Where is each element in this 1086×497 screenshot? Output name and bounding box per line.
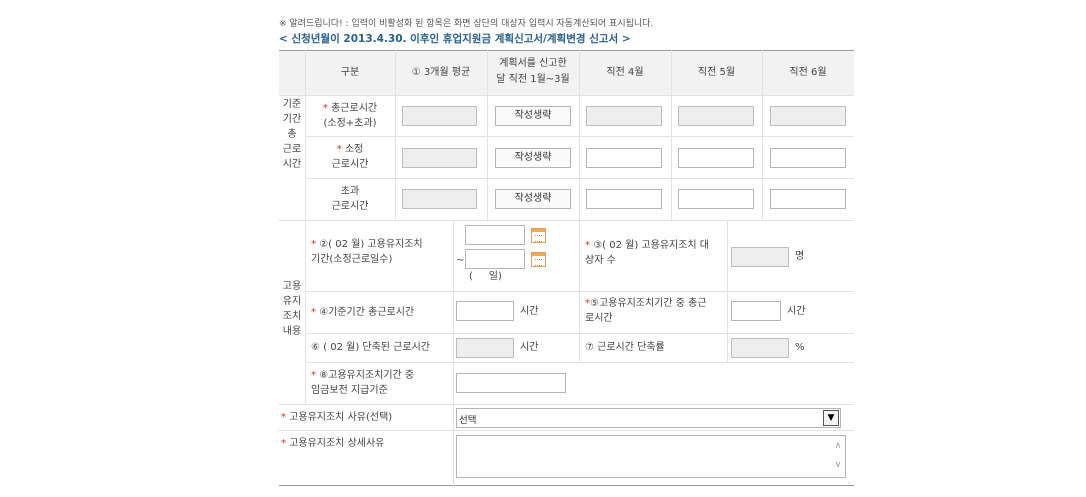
required-mark: * xyxy=(311,370,316,381)
required-mark: * xyxy=(336,144,342,155)
period-days-text: ( 일) xyxy=(469,271,502,282)
retention-period-label: * ②( 02 월) 고용유지조치 기간(소정근로일수) xyxy=(311,239,423,265)
row-scheduled-hours-label: * 소정 근로시간 xyxy=(331,144,369,170)
row-total-hours-label: * 총근로시간 (소정+초과) xyxy=(322,103,378,129)
during-period-hours-label: *⑤고용유지조치기간 중 총근 로시간 xyxy=(585,298,707,324)
required-mark: * xyxy=(585,240,590,251)
scheduled-hours-prev5-input[interactable] xyxy=(678,148,754,168)
overtime-hours-skip-button[interactable]: 작성생략 xyxy=(495,189,571,209)
employment-retention-form: 구분 ① 3개월 평균 계획서를 신고한 달 직전 1월~3월 직전 4월 직전… xyxy=(279,50,854,486)
header-category: 구분 xyxy=(340,67,360,78)
overtime-hours-prev4-input[interactable] xyxy=(586,189,662,209)
reason-select[interactable]: 선택 ▼ xyxy=(456,408,841,428)
chevron-down-icon[interactable]: ▼ xyxy=(823,410,839,426)
form-subtitle: < 신청년월이 2013.4.30. 이후인 휴업지원금 계획신고서/계획변경 … xyxy=(279,33,631,45)
base-period-hours-unit: 시간 xyxy=(520,306,539,317)
reason-detail-label: * 고용유지조치 상세사유 xyxy=(281,438,385,449)
overtime-hours-avg3-input[interactable] xyxy=(402,189,477,209)
required-mark: * xyxy=(311,307,316,318)
header-avg3: ① 3개월 평균 xyxy=(411,67,471,78)
reason-detail-textarea[interactable]: ∧ ∨ xyxy=(456,435,846,478)
base-period-hours-label: * ④기준기간 총근로시간 xyxy=(311,307,415,318)
period-start-date-input[interactable] xyxy=(465,225,525,245)
scroll-up-icon[interactable]: ∧ xyxy=(831,441,845,451)
scroll-down-icon[interactable]: ∨ xyxy=(831,460,845,470)
reduced-hours-input[interactable] xyxy=(456,338,514,358)
reduction-rate-unit: % xyxy=(795,342,805,353)
scheduled-hours-avg3-input[interactable] xyxy=(402,148,477,168)
period-end-date-input[interactable] xyxy=(465,249,525,269)
scheduled-hours-prev4-input[interactable] xyxy=(586,148,662,168)
total-hours-prev4-input[interactable] xyxy=(586,106,662,126)
header-plan-line2: 달 직전 1월~3월 xyxy=(496,74,570,85)
required-mark: * xyxy=(322,103,328,114)
total-hours-avg3-input[interactable] xyxy=(402,106,477,126)
wage-standard-input[interactable] xyxy=(456,373,566,393)
section-base-hours-label: 기준 기간 총 근로 시간 xyxy=(282,99,302,170)
section-retention-label: 고용 유지 조치 내용 xyxy=(282,281,302,337)
during-period-hours-unit: 시간 xyxy=(787,306,806,317)
reason-select-value: 선택 xyxy=(459,415,477,426)
scheduled-hours-skip-button[interactable]: 작성생략 xyxy=(495,148,571,168)
target-count-input[interactable] xyxy=(731,247,789,267)
reduction-rate-label: ⑦ 근로시간 단축률 xyxy=(585,342,665,353)
during-period-hours-input[interactable] xyxy=(731,301,781,321)
calendar-icon[interactable] xyxy=(531,228,546,243)
wage-standard-label: * ⑧고용유지조치기간 중 임금보전 지급기준 xyxy=(311,370,415,396)
target-count-label: * ③( 02 월) 고용유지조치 대 상자 수 xyxy=(585,240,709,266)
header-plan-line1: 계획서를 신고한 xyxy=(499,58,567,69)
header-prev5: 직전 5월 xyxy=(697,67,736,78)
total-hours-skip-button[interactable]: 작성생략 xyxy=(495,106,571,126)
header-prev6: 직전 6월 xyxy=(789,67,827,78)
overtime-hours-prev5-input[interactable] xyxy=(678,189,754,209)
reason-select-label: * 고용유지조치 사유(선택) xyxy=(281,412,393,423)
overtime-hours-prev6-input[interactable] xyxy=(770,189,846,209)
notice-text: ※ 알려드립니다! : 입력이 비활성화 된 항목은 화면 상단의 대상자 입력… xyxy=(279,19,654,29)
reduced-hours-label: ⑥ ( 02 월) 단축된 근로시간 xyxy=(311,342,430,353)
header-prev4: 직전 4월 xyxy=(606,67,644,78)
reduction-rate-input[interactable] xyxy=(731,338,789,358)
scheduled-hours-prev6-input[interactable] xyxy=(770,148,846,168)
target-count-unit: 명 xyxy=(795,251,805,262)
calendar-icon[interactable] xyxy=(531,252,546,267)
required-mark: * xyxy=(281,438,286,449)
required-mark: * xyxy=(281,412,286,423)
row-overtime-hours-label: 초과 근로시간 xyxy=(331,186,369,212)
reduced-hours-unit: 시간 xyxy=(520,342,539,353)
base-period-hours-input[interactable] xyxy=(456,301,514,321)
period-tilde: ~ xyxy=(456,255,465,266)
required-mark: * xyxy=(311,239,316,250)
total-hours-prev5-input[interactable] xyxy=(678,106,754,126)
total-hours-prev6-input[interactable] xyxy=(770,106,846,126)
